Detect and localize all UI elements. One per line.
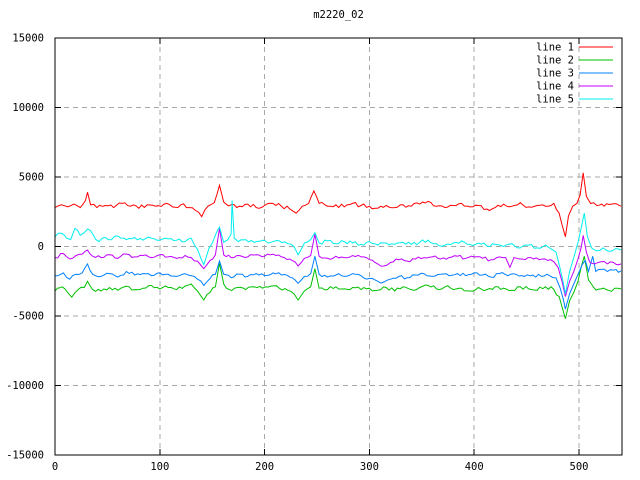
x-tick-label: 500	[570, 461, 589, 473]
y-tick-label: 10000	[12, 102, 44, 114]
legend-label: line 1	[536, 42, 574, 54]
gnuplot-window: m2220_02 0 100 200 300 400 500 -15000 -10000 -50…	[0, 0, 640, 480]
legend-label: line 2	[536, 55, 574, 67]
series-line-2	[55, 256, 622, 319]
y-tick-label: 15000	[12, 33, 44, 45]
legend: line 1line 2line 3line 4line 5	[536, 42, 613, 106]
legend-label: line 3	[536, 68, 574, 80]
x-tick-label: 400	[465, 461, 484, 473]
series-line-3	[55, 256, 622, 310]
y-tick-label: -5000	[12, 311, 44, 323]
x-tick-label: 300	[360, 461, 379, 473]
x-tick-label: 0	[52, 461, 58, 473]
y-tick-label: -10000	[6, 380, 44, 392]
series-line-5	[55, 200, 622, 294]
plot-svg: 0 100 200 300 400 500 -15000 -10000 -5000 0 5000 10…	[6, 33, 623, 473]
series-line-1	[55, 172, 622, 237]
legend-label: line 4	[536, 81, 574, 93]
x-tick-label: 100	[150, 461, 169, 473]
x-tick-label: 200	[255, 461, 274, 473]
y-tick-label: 5000	[19, 172, 44, 184]
y-tick-label: 0	[38, 241, 44, 253]
legend-label: line 5	[536, 94, 574, 106]
y-tick-label: -15000	[6, 450, 44, 462]
